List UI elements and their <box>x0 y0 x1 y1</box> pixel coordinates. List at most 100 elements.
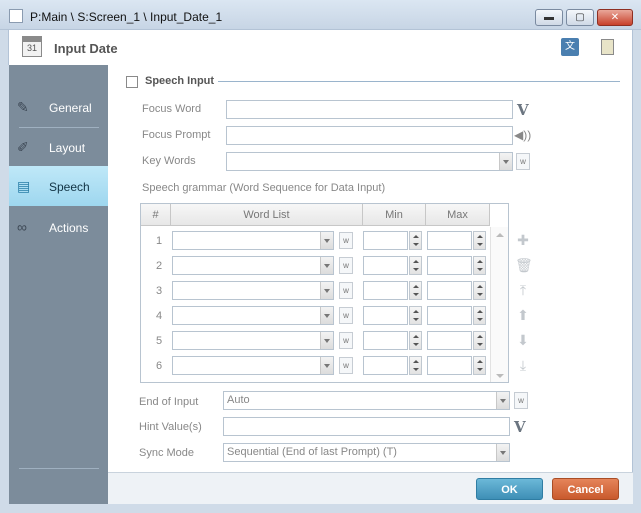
chevron-down-icon[interactable] <box>320 282 333 299</box>
grammar-label: Speech grammar (Word Sequence for Data I… <box>142 182 386 194</box>
speaker-icon[interactable]: ◀)) <box>514 128 531 142</box>
max-input[interactable] <box>427 356 472 375</box>
move-top-icon[interactable]: ⤒ <box>515 282 531 298</box>
chevron-down-icon[interactable] <box>320 307 333 324</box>
max-input[interactable] <box>427 256 472 275</box>
word-list-select[interactable] <box>172 256 334 275</box>
sidebar-item-label: General <box>49 101 92 115</box>
min-spinner[interactable] <box>409 331 422 350</box>
max-input[interactable] <box>427 306 472 325</box>
calendar-day: 31 <box>26 43 37 53</box>
window-title-bar[interactable]: P:Main \ S:Screen_1 \ Input_Date_1 ▬ ▢ ✕ <box>0 0 641 30</box>
table-row: 3w <box>141 281 490 301</box>
word-list-button[interactable]: w <box>339 232 353 249</box>
chevron-down-icon[interactable] <box>496 444 509 461</box>
table-row: 4w <box>141 306 490 326</box>
translate-icon[interactable]: 文 <box>561 38 579 56</box>
window-title: P:Main \ S:Screen_1 \ Input_Date_1 <box>30 10 223 24</box>
max-spinner[interactable] <box>473 281 486 300</box>
min-spinner[interactable] <box>409 256 422 275</box>
min-input[interactable] <box>363 331 408 350</box>
chevron-down-icon[interactable] <box>320 257 333 274</box>
max-input[interactable] <box>427 331 472 350</box>
word-list-select[interactable] <box>172 356 334 375</box>
min-input[interactable] <box>363 281 408 300</box>
word-list-button[interactable]: w <box>339 257 353 274</box>
key-words-select[interactable] <box>226 152 513 171</box>
chevron-down-icon[interactable] <box>499 153 512 170</box>
chevron-down-icon[interactable] <box>320 357 333 374</box>
word-list-select[interactable] <box>172 231 334 250</box>
cancel-button[interactable]: Cancel <box>552 478 619 500</box>
word-list-button[interactable]: w <box>339 357 353 374</box>
min-spinner[interactable] <box>409 356 422 375</box>
focus-prompt-input[interactable] <box>226 126 513 145</box>
word-list-select[interactable] <box>172 281 334 300</box>
notes-icon[interactable] <box>601 39 614 55</box>
min-input[interactable] <box>363 356 408 375</box>
v-icon[interactable]: V <box>517 101 529 119</box>
max-spinner[interactable] <box>473 231 486 250</box>
row-number: 1 <box>155 235 163 247</box>
v-icon[interactable]: V <box>514 418 526 436</box>
hint-value-label: Hint Value(s) <box>139 421 202 433</box>
word-list-button[interactable]: w <box>339 282 353 299</box>
sidebar-item-actions[interactable]: ∞ Actions <box>9 207 108 247</box>
word-list-button[interactable]: w <box>339 307 353 324</box>
grammar-grid: # Word List Min Max 1w2w3w4w5w6w <box>140 203 509 383</box>
chevron-down-icon[interactable] <box>496 392 509 409</box>
sidebar-item-layout[interactable]: ✐ Layout <box>9 127 108 167</box>
max-input[interactable] <box>427 281 472 300</box>
end-of-input-select[interactable]: Auto <box>223 391 510 410</box>
move-down-icon[interactable]: ⬇ <box>515 332 531 348</box>
ok-button[interactable]: OK <box>476 478 543 500</box>
word-list-select[interactable] <box>172 331 334 350</box>
speech-bubble-icon: ▤ <box>17 178 31 194</box>
sidebar-item-speech[interactable]: ▤ Speech <box>9 166 108 206</box>
min-input[interactable] <box>363 256 408 275</box>
dialog-header: 31 Input Date 文 <box>8 30 633 65</box>
move-up-icon[interactable]: ⬆ <box>515 307 531 323</box>
sidebar-item-general[interactable]: ✎ General <box>9 87 108 127</box>
delete-row-icon[interactable]: 🗑 <box>515 257 533 273</box>
column-header-number: # <box>141 204 171 226</box>
speech-input-checkbox[interactable] <box>126 76 138 88</box>
close-button[interactable]: ✕ <box>597 9 633 26</box>
max-input[interactable] <box>427 231 472 250</box>
min-spinner[interactable] <box>409 231 422 250</box>
chevron-down-icon[interactable] <box>320 232 333 249</box>
move-bottom-icon[interactable]: ⤓ <box>515 357 531 373</box>
sidebar-item-label: Speech <box>49 180 90 194</box>
add-row-icon[interactable]: ✚ <box>515 232 531 248</box>
focus-prompt-label: Focus Prompt <box>142 129 211 141</box>
section-divider <box>218 81 620 82</box>
pencil-icon: ✎ <box>17 99 29 115</box>
max-spinner[interactable] <box>473 306 486 325</box>
word-list-button[interactable]: w <box>514 392 528 409</box>
page-title: Input Date <box>54 41 118 56</box>
min-spinner[interactable] <box>409 306 422 325</box>
min-spinner[interactable] <box>409 281 422 300</box>
max-spinner[interactable] <box>473 331 486 350</box>
min-input[interactable] <box>363 231 408 250</box>
table-row: 2w <box>141 256 490 276</box>
sync-mode-select[interactable]: Sequential (End of last Prompt) (T) <box>223 443 510 462</box>
sidebar-item-label: Actions <box>49 221 89 235</box>
focus-word-input[interactable] <box>226 100 513 119</box>
ruler-icon: ✐ <box>17 139 29 155</box>
table-row: 1w <box>141 231 490 251</box>
grid-scrollbar[interactable] <box>490 227 508 382</box>
chevron-down-icon[interactable] <box>320 332 333 349</box>
sync-mode-label: Sync Mode <box>139 447 195 459</box>
sidebar-item-label: Layout <box>49 141 86 155</box>
minimize-button[interactable]: ▬ <box>535 9 563 26</box>
min-input[interactable] <box>363 306 408 325</box>
word-list-select[interactable] <box>172 306 334 325</box>
max-spinner[interactable] <box>473 356 486 375</box>
calendar-icon: 31 <box>22 36 42 57</box>
hint-value-input[interactable] <box>223 417 510 436</box>
maximize-button[interactable]: ▢ <box>566 9 594 26</box>
word-list-button[interactable]: w <box>516 153 530 170</box>
word-list-button[interactable]: w <box>339 332 353 349</box>
max-spinner[interactable] <box>473 256 486 275</box>
